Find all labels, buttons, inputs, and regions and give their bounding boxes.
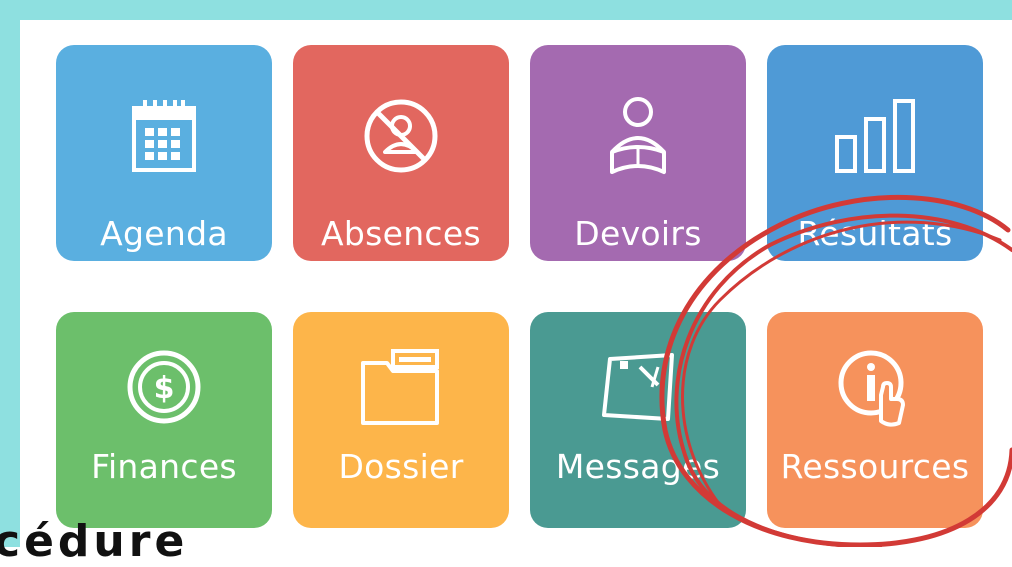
partial-heading-text: cédure	[0, 516, 189, 567]
tile-messages[interactable]: Messages	[530, 312, 746, 528]
bar-chart-icon	[767, 81, 983, 191]
tile-absences[interactable]: Absences	[293, 45, 509, 261]
calendar-icon	[56, 81, 272, 191]
tile-label: Agenda	[100, 214, 228, 253]
info-hand-icon	[767, 332, 983, 442]
tile-label: Finances	[91, 447, 237, 486]
tile-label: Devoirs	[574, 214, 702, 253]
frame-left-border	[0, 0, 20, 547]
tile-agenda[interactable]: Agenda	[56, 45, 272, 261]
tile-resultats[interactable]: Résultats	[767, 45, 983, 261]
tile-ressources[interactable]: Ressources	[767, 312, 983, 528]
student-reading-icon	[530, 81, 746, 191]
tile-finances[interactable]: $ Finances	[56, 312, 272, 528]
no-person-icon	[293, 81, 509, 191]
frame-top-border	[0, 0, 1012, 20]
message-board-icon	[530, 332, 746, 442]
folder-icon	[293, 332, 509, 442]
tile-devoirs[interactable]: Devoirs	[530, 45, 746, 261]
dollar-coin-icon: $	[56, 332, 272, 442]
tile-label: Ressources	[780, 447, 970, 486]
svg-text:$: $	[154, 371, 175, 406]
tile-label: Dossier	[338, 447, 464, 486]
tile-dossier[interactable]: Dossier	[293, 312, 509, 528]
tile-label: Absences	[321, 214, 481, 253]
tile-label: Messages	[555, 447, 721, 486]
tile-label: Résultats	[797, 214, 953, 253]
